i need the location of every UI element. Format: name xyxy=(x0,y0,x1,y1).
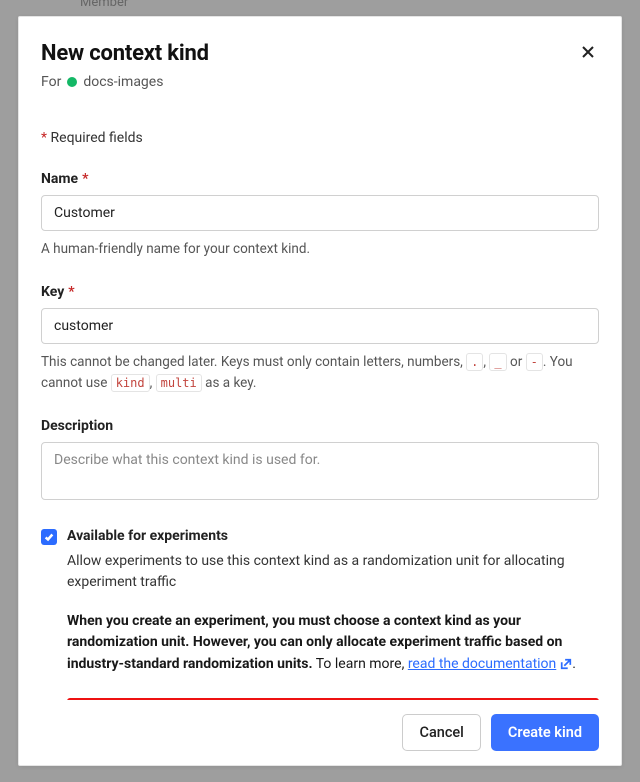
name-helper: A human-friendly name for your context k… xyxy=(41,239,599,259)
required-star-icon: * xyxy=(41,130,47,146)
background-text: Member xyxy=(80,0,128,10)
key-helper: This cannot be changed later. Keys must … xyxy=(41,352,599,393)
required-star-icon: * xyxy=(82,171,88,187)
subtitle-prefix: For xyxy=(41,74,61,90)
close-button[interactable] xyxy=(577,41,599,66)
project-status-dot-icon xyxy=(67,77,77,87)
description-label: Description xyxy=(41,418,113,434)
code-kind: kind xyxy=(111,374,150,392)
checkmark-icon xyxy=(44,527,54,546)
new-context-kind-modal: New context kind For docs-images * Requi… xyxy=(18,16,622,766)
required-star-icon: * xyxy=(68,284,74,300)
code-multi: multi xyxy=(156,374,202,392)
modal-title: New context kind xyxy=(41,41,209,66)
create-kind-button[interactable]: Create kind xyxy=(491,714,599,751)
key-label: Key * xyxy=(41,284,75,300)
required-fields-label: Required fields xyxy=(51,130,143,146)
project-name: docs-images xyxy=(83,74,163,90)
modal-footer: Cancel Create kind xyxy=(19,700,621,765)
available-for-experiments-checkbox[interactable] xyxy=(41,529,57,545)
code-dot: . xyxy=(466,353,483,371)
available-for-experiments-sub: Allow experiments to use this context ki… xyxy=(67,551,599,593)
read-documentation-link[interactable]: read the documentation xyxy=(408,656,572,672)
description-input[interactable] xyxy=(41,442,599,500)
code-dash: - xyxy=(526,353,543,371)
cancel-button[interactable]: Cancel xyxy=(402,714,480,751)
code-underscore: _ xyxy=(489,353,506,371)
external-link-icon xyxy=(560,656,572,678)
available-for-experiments-label: Available for experiments xyxy=(67,528,228,544)
experiments-paragraph: When you create an experiment, you must … xyxy=(67,611,599,678)
name-label: Name * xyxy=(41,171,88,187)
required-fields-note: * Required fields xyxy=(41,130,599,146)
name-input[interactable] xyxy=(41,195,599,231)
close-icon xyxy=(581,47,595,62)
key-input[interactable] xyxy=(41,308,599,344)
modal-subtitle: For docs-images xyxy=(41,74,599,90)
